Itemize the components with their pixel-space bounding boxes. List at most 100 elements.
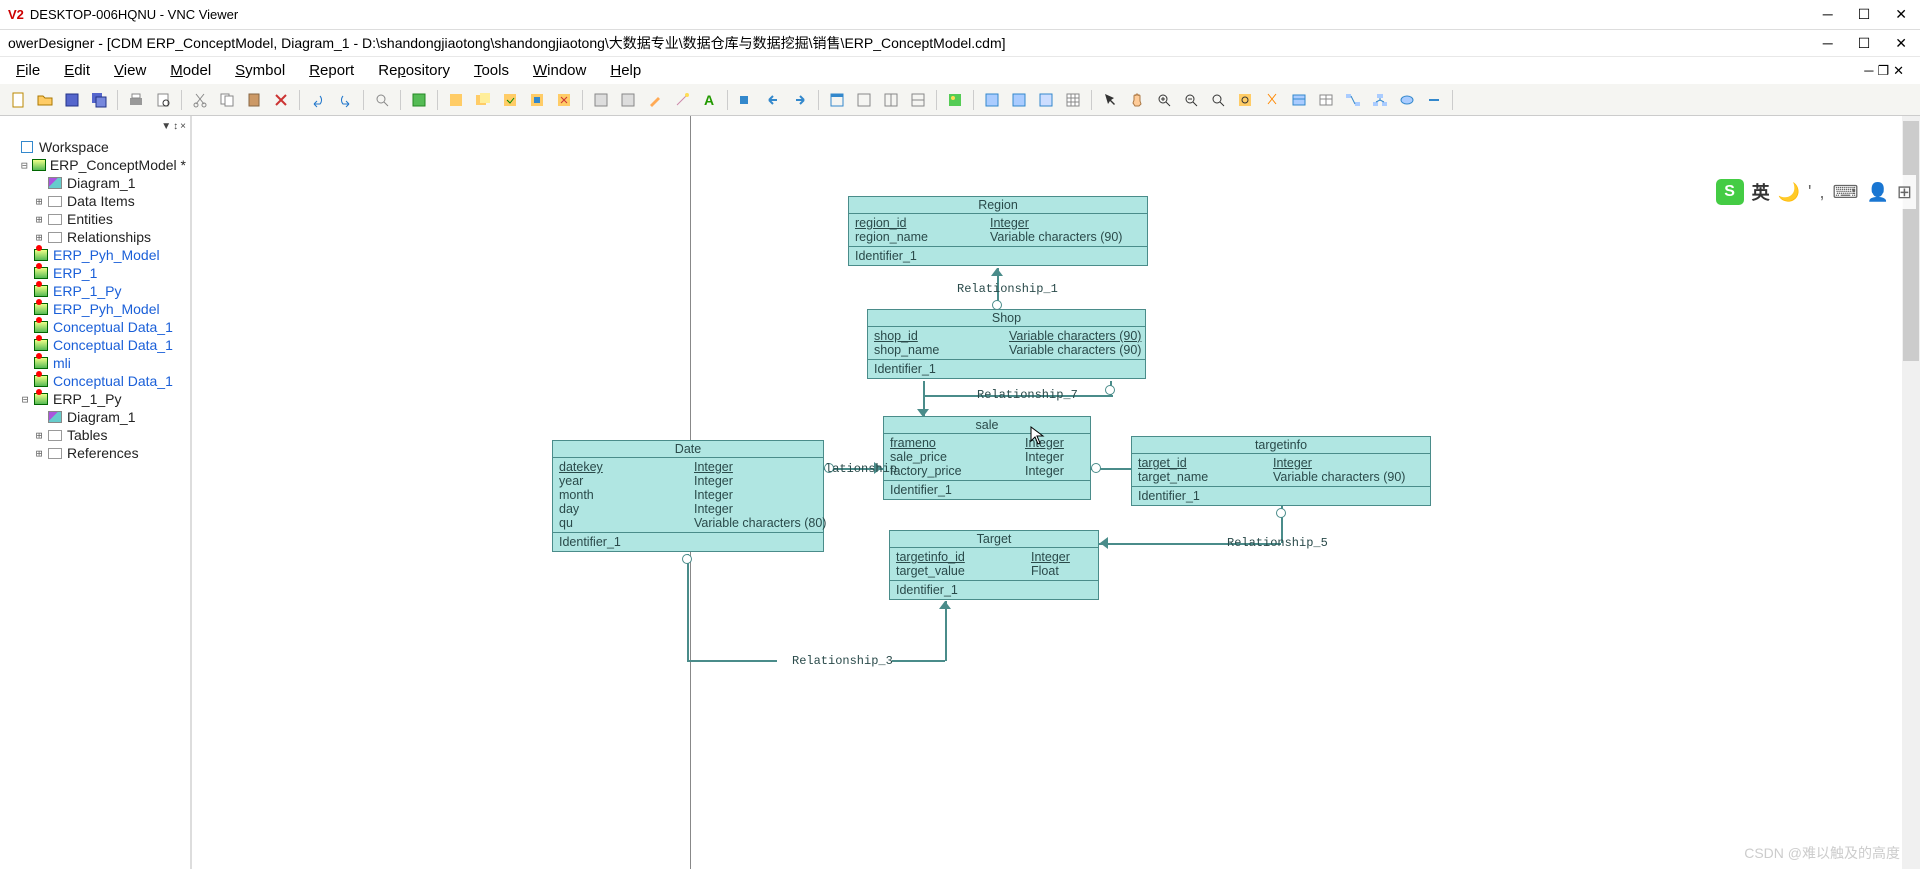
tree-item[interactable]: ⊟ERP_1_Py: [0, 390, 190, 408]
menu-symbol[interactable]: Symbol: [223, 59, 297, 82]
comma-icon[interactable]: ,: [1819, 182, 1824, 203]
mdi-restore-button[interactable]: ❐: [1877, 63, 1889, 79]
menu-report[interactable]: Report: [297, 59, 366, 82]
browser-tree[interactable]: +Workspace⊟ERP_ConceptModel *+Diagram_1⊞…: [0, 136, 190, 869]
prev-icon[interactable]: [734, 88, 758, 112]
tree-item[interactable]: ⊞Relationships: [0, 228, 190, 246]
properties-icon[interactable]: [407, 88, 431, 112]
relation-icon[interactable]: [1341, 88, 1365, 112]
menu-tools[interactable]: Tools: [462, 59, 521, 82]
tree-item[interactable]: ⊞Entities: [0, 210, 190, 228]
tree-item[interactable]: +ERP_Pyh_Model: [0, 246, 190, 264]
tree-item[interactable]: ⊞References: [0, 444, 190, 462]
tb-f-icon[interactable]: [589, 88, 613, 112]
vnc-minimize-button[interactable]: ─: [1823, 6, 1833, 23]
mdi-close-button[interactable]: ✕: [1893, 63, 1904, 79]
entity-target[interactable]: Targettargetinfo_idIntegertarget_valueFl…: [889, 530, 1099, 600]
zoomout-icon[interactable]: [1179, 88, 1203, 112]
menu-model[interactable]: Model: [158, 59, 223, 82]
diagram-canvas[interactable]: Regionregion_idIntegerregion_nameVariabl…: [192, 116, 1920, 869]
sidebar-pin-icon[interactable]: ↕: [173, 121, 178, 132]
tree-item[interactable]: +Conceptual Data_1: [0, 372, 190, 390]
cut-icon[interactable]: [188, 88, 212, 112]
entity-region[interactable]: Regionregion_idIntegerregion_nameVariabl…: [848, 196, 1148, 266]
assoc-icon[interactable]: [1395, 88, 1419, 112]
entity-date[interactable]: DatedatekeyIntegeryearIntegermonthIntege…: [552, 440, 824, 552]
entity-shop[interactable]: Shopshop_idVariable characters (90)shop_…: [867, 309, 1146, 379]
menu-edit[interactable]: Edit: [52, 59, 102, 82]
vnc-close-button[interactable]: ✕: [1895, 6, 1907, 23]
forward-icon[interactable]: [788, 88, 812, 112]
menu-repository[interactable]: Repository: [366, 59, 462, 82]
pd-minimize-button[interactable]: ─: [1823, 35, 1833, 52]
tb-a-icon[interactable]: [444, 88, 468, 112]
pen-icon[interactable]: [643, 88, 667, 112]
keyboard-icon[interactable]: ⌨: [1833, 182, 1859, 203]
win4-icon[interactable]: [906, 88, 930, 112]
tree-item[interactable]: +ERP_1_Py: [0, 282, 190, 300]
wand-icon[interactable]: [670, 88, 694, 112]
paste-icon[interactable]: [242, 88, 266, 112]
copy-icon[interactable]: [215, 88, 239, 112]
sel2-icon[interactable]: [1007, 88, 1031, 112]
grid4-icon[interactable]: ⊞: [1897, 182, 1912, 203]
moon-icon[interactable]: 🌙: [1778, 182, 1800, 203]
entity-targetinfo[interactable]: targetinfotarget_idIntegertarget_nameVar…: [1131, 436, 1431, 506]
preview-icon[interactable]: [151, 88, 175, 112]
hand-icon[interactable]: [1125, 88, 1149, 112]
tree-item[interactable]: +ERP_Pyh_Model: [0, 300, 190, 318]
find-icon[interactable]: [370, 88, 394, 112]
tree-item[interactable]: ⊟ERP_ConceptModel *: [0, 156, 190, 174]
zoomin-icon[interactable]: [1152, 88, 1176, 112]
saveall-icon[interactable]: [87, 88, 111, 112]
pd-maximize-button[interactable]: ☐: [1858, 35, 1871, 52]
sidebar-close-icon[interactable]: ×: [180, 121, 186, 132]
tb-e-icon[interactable]: [552, 88, 576, 112]
vertical-scrollbar[interactable]: [1902, 116, 1920, 869]
sidebar-dropdown-icon[interactable]: ▼: [161, 121, 171, 132]
tree-item[interactable]: +Conceptual Data_1: [0, 318, 190, 336]
new-icon[interactable]: [6, 88, 30, 112]
delete-icon[interactable]: [269, 88, 293, 112]
vnc-maximize-button[interactable]: ☐: [1858, 6, 1871, 23]
tree-item[interactable]: +mli: [0, 354, 190, 372]
table-icon[interactable]: [1314, 88, 1338, 112]
zoomext-icon[interactable]: [1233, 88, 1257, 112]
tb-b-icon[interactable]: [471, 88, 495, 112]
tb-g-icon[interactable]: [616, 88, 640, 112]
sel3-icon[interactable]: [1034, 88, 1058, 112]
menu-window[interactable]: Window: [521, 59, 598, 82]
scissors-icon[interactable]: [1260, 88, 1284, 112]
menu-file[interactable]: File: [4, 59, 52, 82]
punct-icon[interactable]: ': [1808, 182, 1811, 203]
img-icon[interactable]: [943, 88, 967, 112]
tree-item[interactable]: ⊞Data Items: [0, 192, 190, 210]
grid-icon[interactable]: [1061, 88, 1085, 112]
back-icon[interactable]: [761, 88, 785, 112]
tree-item[interactable]: ⊞Tables: [0, 426, 190, 444]
tree-item[interactable]: +ERP_1: [0, 264, 190, 282]
win2-icon[interactable]: [852, 88, 876, 112]
tree-item[interactable]: +Diagram_1: [0, 408, 190, 426]
sel1-icon[interactable]: [980, 88, 1004, 112]
link-icon[interactable]: [1422, 88, 1446, 112]
tree-item[interactable]: +Workspace: [0, 138, 190, 156]
inherit-icon[interactable]: [1368, 88, 1392, 112]
mdi-minimize-button[interactable]: ─: [1864, 63, 1873, 79]
save-icon[interactable]: [60, 88, 84, 112]
redo-icon[interactable]: [333, 88, 357, 112]
pointer-icon[interactable]: [1098, 88, 1122, 112]
menu-help[interactable]: Help: [598, 59, 653, 82]
ime-floatbar[interactable]: S 英 🌙 ' , ⌨ 👤 ⊞: [1712, 175, 1916, 209]
entity-sale[interactable]: saleframenoIntegersale_priceIntegerfacto…: [883, 416, 1091, 500]
entity-icon[interactable]: [1287, 88, 1311, 112]
tb-c-icon[interactable]: [498, 88, 522, 112]
sogou-icon[interactable]: S: [1716, 179, 1744, 205]
win3-icon[interactable]: [879, 88, 903, 112]
open-icon[interactable]: [33, 88, 57, 112]
pd-close-button[interactable]: ✕: [1895, 35, 1907, 52]
tb-d-icon[interactable]: [525, 88, 549, 112]
menu-view[interactable]: View: [102, 59, 158, 82]
text-icon[interactable]: A: [697, 88, 721, 112]
tree-item[interactable]: +Conceptual Data_1: [0, 336, 190, 354]
